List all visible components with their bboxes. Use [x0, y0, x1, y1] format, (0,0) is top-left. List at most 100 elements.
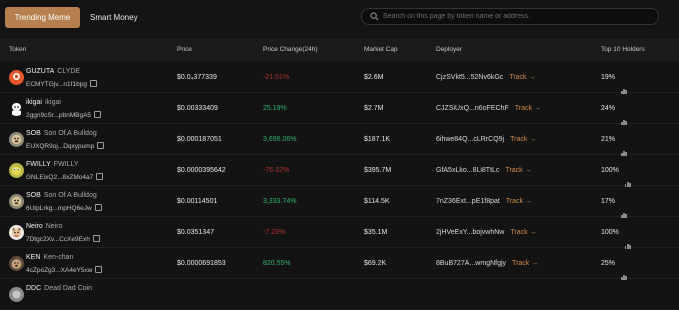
token-address: 7Dtgc2Xv...CcXe9Exh	[26, 235, 100, 243]
track-link[interactable]: Track →	[515, 105, 541, 112]
column-price[interactable]: Price	[177, 38, 192, 62]
price-change: 820.55%	[263, 260, 291, 267]
token-price: $0.0351347	[177, 229, 214, 236]
bar-chart-icon[interactable]	[624, 218, 631, 249]
deployer-cell: 2jHVeExY...bojvwhNw Track →	[436, 217, 537, 248]
bulldog-avatar-icon	[9, 194, 24, 209]
token-price: $0.0000395642	[177, 167, 226, 174]
table-row[interactable]: SOB Son Of A Bulldog EUXQR9oj...Dqxypump …	[0, 124, 679, 156]
price-change: -76.32%	[263, 167, 290, 174]
copy-icon[interactable]	[97, 142, 105, 149]
bar-chart-icon[interactable]	[621, 187, 627, 218]
tab-trending-meme[interactable]: Trending Meme	[5, 7, 80, 28]
table-row[interactable]: ikigai ikigai 2ggn9cSr...pbnMBgA5 $0.0033…	[0, 93, 679, 125]
market-cap: $2.7M	[364, 105, 384, 112]
deployer-address[interactable]: 6ihwe84Q...cLRrCQ9j	[436, 136, 504, 143]
copy-icon[interactable]	[94, 204, 102, 211]
table-row[interactable]: DDC Dead Dad Coin	[0, 279, 679, 310]
orange-circle-avatar-icon	[9, 70, 24, 85]
table-row[interactable]: SOB Son Of A Bulldog 6UtpLrkg...mpHQ6eJw …	[0, 186, 679, 218]
table-row[interactable]: KEN Ken-chan 4cZpoZg3...XA4eY5xw $0.00006…	[0, 248, 679, 280]
deployer-cell: 7nZ36Ext...pE1f8pat Track →	[436, 186, 532, 217]
price-change: 3,696.06%	[263, 136, 297, 143]
track-label: Track	[505, 198, 524, 205]
copy-icon[interactable]	[92, 235, 100, 242]
holders-cell: 19%	[601, 62, 627, 94]
copy-icon[interactable]	[89, 80, 97, 87]
token-name: FWILLY FWILLY	[26, 161, 79, 168]
track-link[interactable]: Track →	[509, 74, 535, 81]
deployer-address[interactable]: CjzSVkt5...52Nv6kGc	[436, 74, 503, 81]
track-label: Track	[510, 229, 528, 236]
track-label: Track	[512, 260, 530, 267]
token-name: SOB Son Of A Bulldog	[26, 130, 97, 137]
arrow-right-icon: →	[522, 167, 532, 174]
token-full-name: Dead Dad Coin	[44, 285, 93, 292]
search-box[interactable]	[361, 8, 659, 25]
token-address: 6UtpLrkg...mpHQ6eJw	[26, 204, 102, 212]
market-cap: $69.2K	[364, 260, 387, 267]
bulldog-avatar-icon	[9, 132, 24, 147]
arrow-right-icon: →	[527, 229, 537, 236]
column-deployer[interactable]: Deployer	[436, 38, 462, 62]
table-row[interactable]: GUZUTA CLYDE ECMYTGjv...n1f1bpg $0.0₄3773…	[0, 62, 679, 94]
tab-smart-money[interactable]: Smart Money	[90, 7, 138, 28]
token-name: SOB Son Of A Bulldog	[26, 192, 97, 199]
token-address: ECMYTGjv...n1f1bpg	[26, 80, 97, 88]
token-price: $0.00114501	[177, 198, 218, 205]
token-address: EUXQR9oj...Dqxypump	[26, 142, 105, 150]
token-full-name: ikigai	[44, 99, 61, 106]
token-symbol: GUZUTA	[26, 68, 55, 75]
deployer-address[interactable]: CJZSiUxQ...n6oFEChF	[436, 105, 509, 112]
token-address-text: ECMYTGjv...n1f1bpg	[26, 81, 87, 88]
table-row[interactable]: FWILLY FWILLY GNLEixQ2...8xZMo4a7 $0.0000…	[0, 155, 679, 187]
track-link[interactable]: Track →	[505, 167, 531, 174]
token-address-text: 7Dtgc2Xv...CcXe9Exh	[26, 236, 90, 243]
arrow-right-icon: →	[529, 260, 539, 267]
price-change: -21.51%	[263, 74, 290, 81]
bar-chart-icon[interactable]	[621, 125, 627, 156]
track-link[interactable]: Track →	[510, 136, 536, 143]
bar-chart-icon[interactable]	[621, 94, 627, 125]
token-symbol: SOB	[26, 130, 41, 137]
deployer-address[interactable]: 2jHVeExY...bojvwhNw	[436, 229, 504, 236]
bar-chart-icon[interactable]	[621, 63, 627, 94]
token-full-name: Son Of A Bulldog	[43, 130, 97, 137]
track-label: Track	[505, 167, 523, 174]
track-link[interactable]: Track →	[510, 229, 536, 236]
deployer-address[interactable]: 8BuB727A...wmgNfgjy	[436, 260, 506, 267]
top-holders-percent: 21%	[601, 136, 616, 143]
deployer-address[interactable]: GfA5xLko...8Li8TtLc	[436, 167, 499, 174]
column-market-cap[interactable]: Market Cap	[364, 38, 398, 62]
market-cap: $187.1K	[364, 136, 391, 143]
deployer-address[interactable]: 7nZ36Ext...pE1f8pat	[436, 198, 500, 205]
token-address-text: 6UtpLrkg...mpHQ6eJw	[26, 205, 92, 212]
track-link[interactable]: Track →	[512, 260, 538, 267]
white-ghost-avatar-icon	[9, 101, 24, 116]
copy-icon[interactable]	[96, 173, 104, 180]
column-price-change[interactable]: Price Change(24h)	[263, 38, 318, 62]
token-price: $0.000187051	[177, 136, 222, 143]
token-name: KEN Ken-chan	[26, 254, 73, 261]
top-holders-percent: 100%	[601, 167, 619, 174]
column-token[interactable]: Token	[9, 38, 26, 62]
token-symbol: SOB	[26, 192, 41, 199]
track-label: Track	[514, 105, 532, 112]
copy-icon[interactable]	[94, 111, 102, 118]
top-holders-percent: 100%	[601, 229, 619, 236]
track-link[interactable]: Track →	[506, 198, 532, 205]
copy-icon[interactable]	[95, 266, 103, 273]
market-cap: $35.1M	[364, 229, 388, 236]
table-row[interactable]: Neiro Neiro 7Dtgc2Xv...CcXe9Exh $0.035134…	[0, 217, 679, 249]
token-price: $0.0₄377339	[177, 74, 217, 81]
bar-chart-icon[interactable]	[621, 249, 627, 280]
bar-chart-icon[interactable]	[624, 156, 631, 187]
search-input[interactable]	[383, 9, 643, 24]
token-address-text: EUXQR9oj...Dqxypump	[26, 143, 95, 150]
track-label: Track	[509, 74, 527, 81]
yellow-frog-avatar-icon	[9, 163, 24, 178]
top-holders-percent: 19%	[601, 74, 616, 81]
column-top-holders[interactable]: Top 10 Holders	[601, 38, 645, 62]
deployer-cell: CJZSiUxQ...n6oFEChF Track →	[436, 93, 541, 124]
price-change: 25.19%	[263, 105, 287, 112]
